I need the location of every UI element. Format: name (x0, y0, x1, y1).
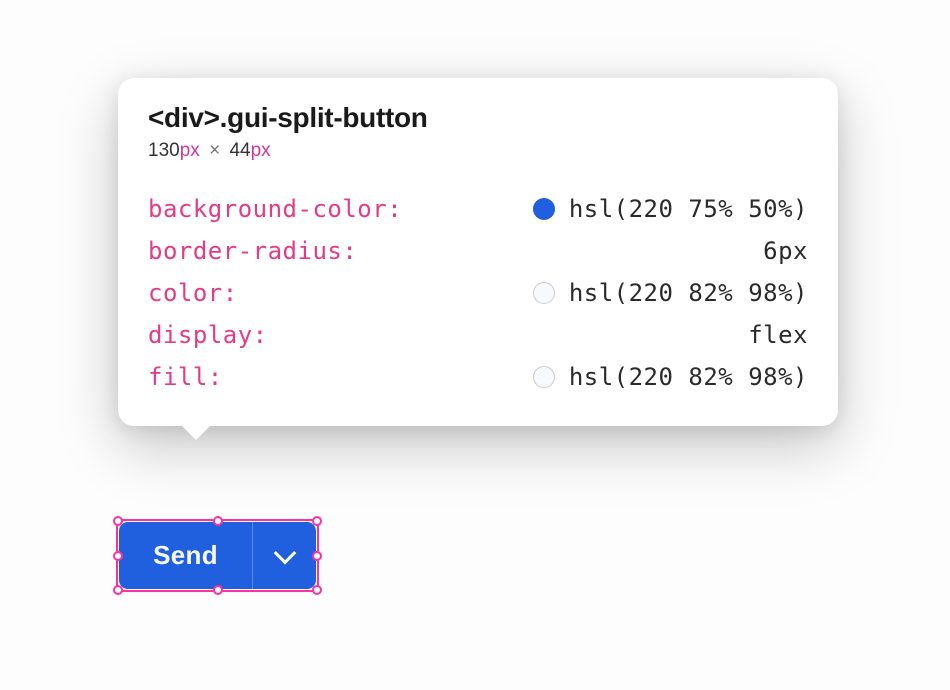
selection-handle[interactable] (312, 585, 322, 595)
element-inspector-tooltip: <div>.gui-split-button 130px × 44px back… (118, 78, 838, 426)
width-value: 130 (148, 140, 180, 161)
color-swatch-icon (533, 198, 555, 220)
inspector-style-rows: background-color: hsl(220 75% 50%) borde… (148, 188, 808, 398)
style-row-display: display: flex (148, 314, 808, 356)
inspector-selector: <div>.gui-split-button (148, 102, 808, 134)
style-value: hsl(220 75% 50%) (569, 197, 808, 221)
selector-tag: <div> (148, 102, 220, 133)
style-prop: border-radius (148, 239, 342, 263)
style-row-background-color: background-color: hsl(220 75% 50%) (148, 188, 808, 230)
style-prop: color (148, 281, 223, 305)
style-value: hsl(220 82% 98%) (569, 281, 808, 305)
split-button-dropdown[interactable] (252, 522, 316, 589)
selection-bounds: Send (116, 519, 319, 592)
style-row-color: color: hsl(220 82% 98%) (148, 272, 808, 314)
height-unit: px (251, 140, 271, 161)
style-prop: fill (148, 365, 208, 389)
style-row-border-radius: border-radius: 6px (148, 230, 808, 272)
width-unit: px (180, 140, 200, 161)
split-button[interactable]: Send (119, 522, 316, 589)
dim-separator: × (209, 140, 220, 161)
color-swatch-icon (533, 282, 555, 304)
style-prop: background-color (148, 197, 387, 221)
style-value: flex (748, 323, 808, 347)
chevron-down-icon (273, 541, 296, 564)
color-swatch-icon (533, 366, 555, 388)
send-button-label: Send (153, 540, 218, 571)
send-button[interactable]: Send (119, 522, 252, 589)
inspector-dimensions: 130px × 44px (148, 140, 808, 162)
selector-class: .gui-split-button (220, 102, 428, 133)
style-row-fill: fill: hsl(220 82% 98%) (148, 356, 808, 398)
style-value: hsl(220 82% 98%) (569, 365, 808, 389)
height-value: 44 (229, 140, 250, 161)
style-value: 6px (763, 239, 808, 263)
style-prop: display (148, 323, 253, 347)
